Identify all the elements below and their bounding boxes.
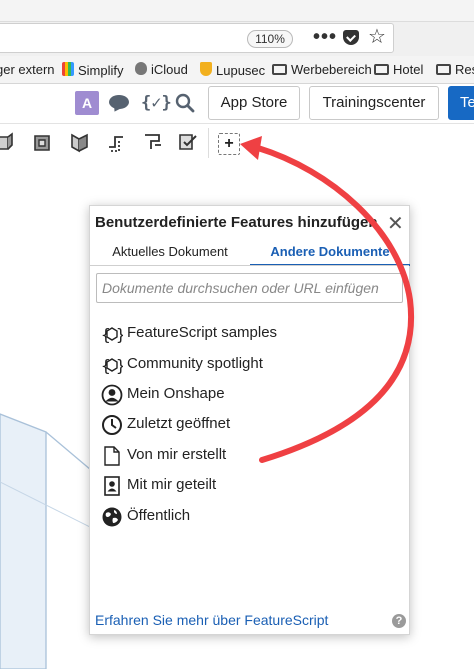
svg-text:{: {	[101, 325, 111, 344]
person-icon	[101, 384, 123, 406]
bookmark-label: Simplify	[78, 63, 124, 78]
list-item-label: Zuletzt geöffnet	[127, 415, 231, 432]
learn-more-featurescript-link[interactable]: Erfahren Sie mehr über FeatureScript	[95, 612, 328, 628]
featurescript-samples-icon: { }	[101, 325, 123, 344]
folder-icon	[436, 64, 451, 75]
sheet-metal-finish-icon[interactable]	[178, 131, 198, 153]
add-custom-features-button[interactable]: +	[218, 133, 240, 155]
bookmark-star-icon[interactable]: ☆	[368, 24, 386, 49]
clock-icon	[102, 415, 122, 435]
list-item-label: Mein Onshape	[127, 385, 225, 402]
sheet-metal-flange-icon[interactable]	[0, 131, 16, 153]
te-button[interactable]: Te	[448, 86, 474, 120]
apple-icon	[135, 62, 147, 75]
tab-divider	[90, 265, 409, 266]
list-item-label: Mit mir geteilt	[127, 476, 217, 493]
custom-features-dialog: Benutzerdefinierte Features hinzufügen ✕…	[89, 205, 410, 635]
sheet-metal-corner-icon[interactable]	[143, 131, 163, 153]
list-item-label: FeatureScript samples	[127, 324, 278, 341]
bookmark-ger-extern[interactable]: ger extern	[0, 62, 55, 77]
simplify-icon	[62, 62, 74, 76]
dialog-title: Benutzerdefinierte Features hinzufügen	[95, 214, 378, 231]
globe-icon	[102, 507, 122, 527]
toolbar-divider	[208, 128, 209, 158]
bookmark-label: iCloud	[151, 62, 188, 77]
training-center-button[interactable]: Trainingscenter	[309, 86, 439, 120]
bookmark-res[interactable]: Res	[436, 62, 474, 77]
featurescript-icon[interactable]: {✓}	[141, 93, 172, 113]
app-store-button[interactable]: App Store	[208, 86, 300, 120]
bookmark-label: Lupusec	[216, 63, 266, 78]
bookmark-werbebereich[interactable]: Werbebereich	[272, 62, 372, 77]
bookmark-label: Werbebereich	[291, 62, 372, 77]
bookmark-label: Res	[455, 62, 474, 77]
user-avatar[interactable]: A	[75, 91, 99, 115]
bookmark-icloud[interactable]: iCloud	[135, 62, 188, 77]
sheet-metal-joint-icon[interactable]	[107, 131, 127, 153]
bookmark-label: ger extern	[0, 62, 55, 77]
search-icon[interactable]	[175, 93, 195, 113]
list-item-label: Öffentlich	[127, 507, 191, 524]
page-actions-menu-icon[interactable]: •••	[313, 26, 337, 49]
folder-icon	[374, 64, 389, 75]
document-icon	[104, 446, 120, 466]
folder-icon	[272, 64, 287, 75]
document-search-input[interactable]	[96, 273, 403, 303]
tab-current-document[interactable]: Aktuelles Dokument	[98, 244, 242, 266]
bookmark-hotel[interactable]: Hotel	[374, 62, 423, 77]
community-spotlight-icon: { }	[101, 356, 123, 375]
bookmarks-bar: ger extern Simplify iCloud Lupusec Werbe…	[0, 56, 474, 84]
bookmark-label: Hotel	[393, 62, 424, 77]
list-item-label: Von mir erstellt	[127, 446, 227, 463]
chat-icon[interactable]	[109, 95, 129, 109]
shared-document-icon	[104, 476, 120, 496]
close-icon[interactable]: ✕	[387, 211, 404, 236]
svg-text:{: {	[101, 356, 111, 375]
bookmark-lupusec[interactable]: Lupusec	[200, 62, 265, 78]
zoom-level-badge[interactable]: 110%	[247, 30, 293, 48]
browser-tab-strip	[0, 0, 474, 22]
bookmark-simplify[interactable]: Simplify	[62, 62, 124, 78]
help-icon[interactable]: ?	[392, 614, 406, 628]
sheet-metal-tab-icon[interactable]	[33, 131, 53, 153]
list-item-label: Community spotlight	[127, 355, 263, 372]
sheet-metal-bend-icon[interactable]	[70, 131, 90, 153]
tab-other-documents[interactable]: Andere Dokumente	[250, 244, 410, 266]
shield-icon	[200, 62, 212, 76]
